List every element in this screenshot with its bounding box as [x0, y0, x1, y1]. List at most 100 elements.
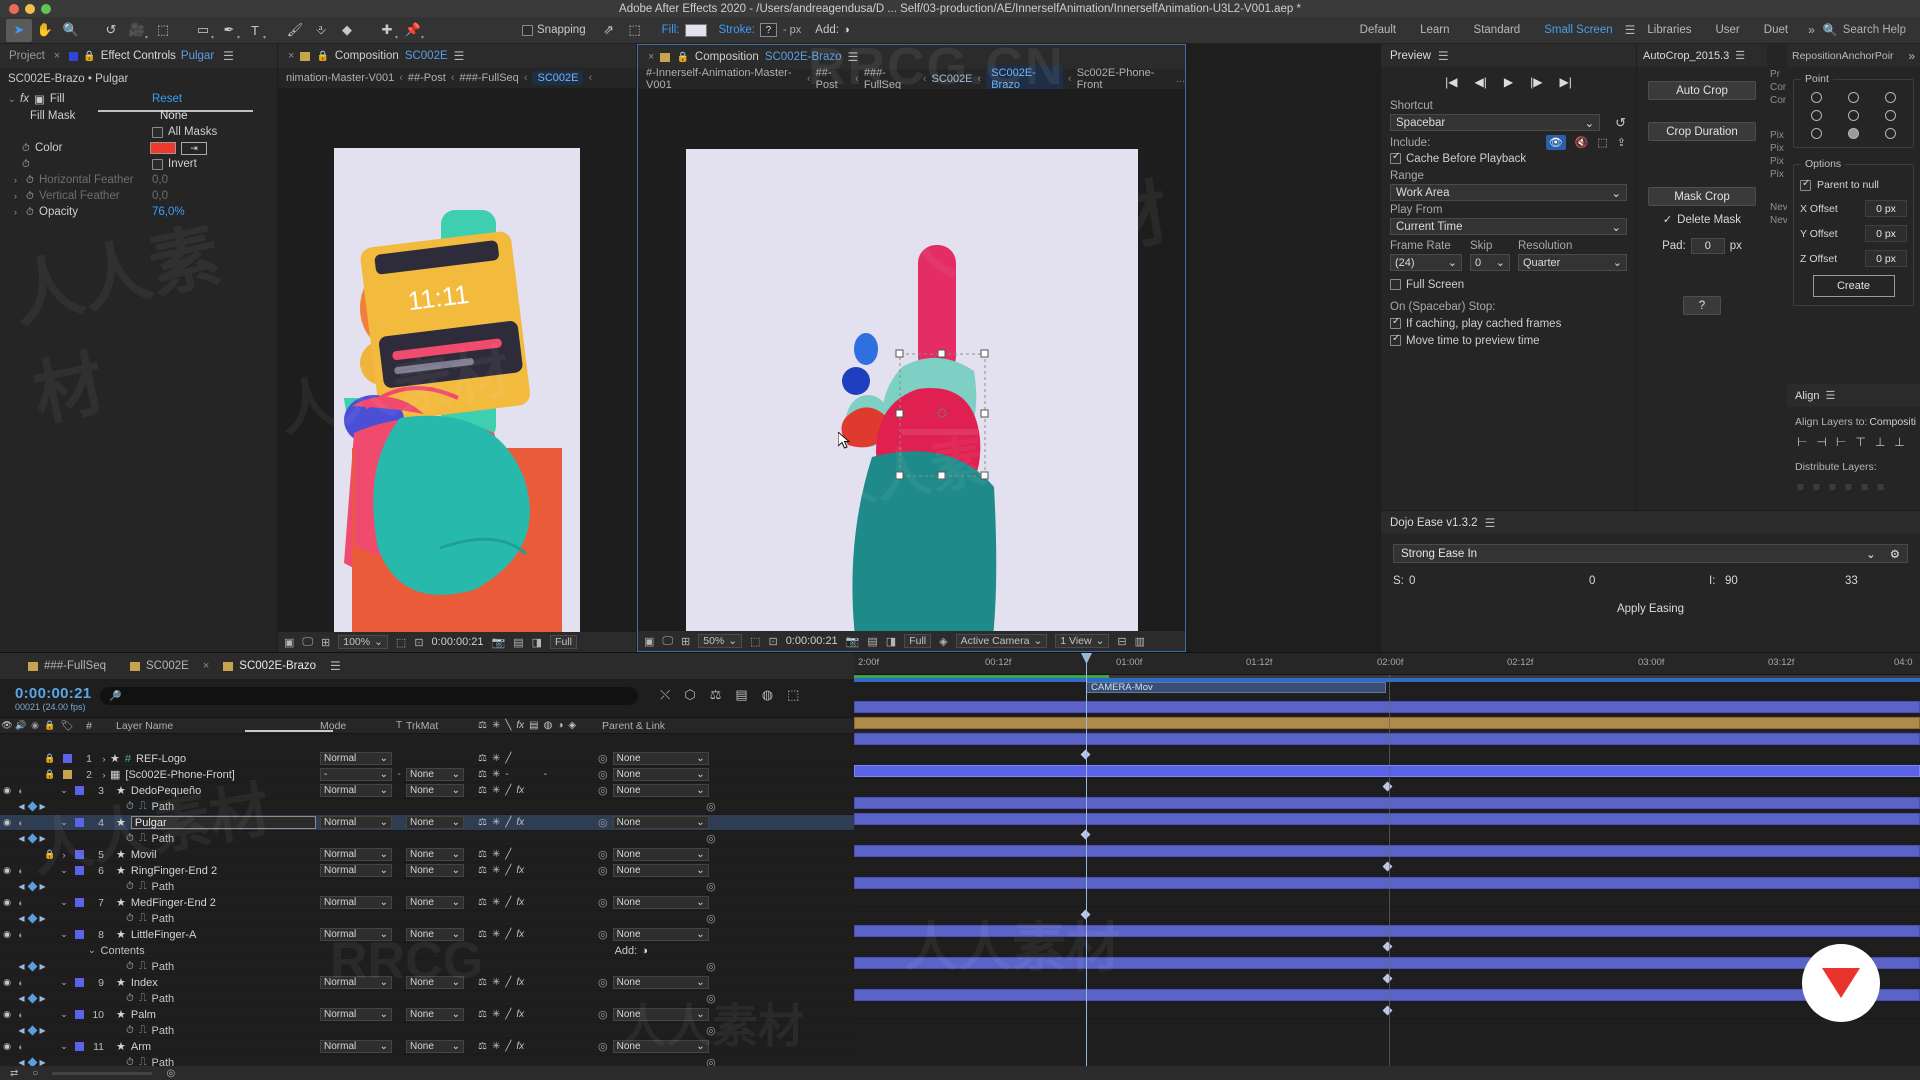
row-4-switches[interactable]: ⚖✳╱fx — [472, 817, 598, 828]
include-audio-icon[interactable]: 🔇 — [1575, 136, 1589, 149]
layer-bar-11[interactable] — [854, 989, 1920, 1001]
row-1-name[interactable]: ★#REF-Logo — [110, 752, 320, 765]
row-7-expand[interactable]: ⌄ — [58, 897, 70, 908]
table-row[interactable]: 🔒 › 5 ★Movil Normal⌄ None⌄ ⚖✳╱ ◎None⌄ — [0, 847, 854, 863]
on-stop-option-1[interactable]: If caching, play cached frames — [1381, 315, 1636, 332]
comp2-crumb-3[interactable]: SC002E — [932, 73, 973, 85]
full-screen-row[interactable]: Full Screen — [1381, 276, 1636, 293]
graph-row-7-path[interactable] — [854, 859, 1920, 875]
row-7-audio-toggle[interactable]: ◐ — [14, 898, 28, 908]
row-10-name[interactable]: ★Palm — [110, 1008, 320, 1021]
comp1-footer[interactable]: ▣ 🖵 ⊞ 100%⌄ ⬚ ⊡ 0:00:00:21 📷 ▤ ◨ Full — [278, 632, 636, 652]
graph-row-8-contents[interactable] — [854, 891, 1920, 907]
table-row[interactable]: ◉ ◐ ⌄ 9 ★Index Normal⌄ None⌄ ⚖✳╱fx ◎None… — [0, 975, 854, 991]
horizontal-feather-row[interactable]: › ⏱ Horizontal Feather 0,0 — [0, 172, 277, 188]
row-7-keyframe-nav[interactable]: ◀▶ — [0, 914, 64, 923]
comp2-crumb-5[interactable]: Sc002E-Phone-Front — [1077, 67, 1171, 91]
add-icon[interactable]: ◑ — [843, 24, 850, 36]
frame-rate-selector[interactable]: (24)⌄ — [1390, 254, 1462, 271]
comp1-menu-icon[interactable]: ☰ — [454, 49, 465, 63]
row-1-mode[interactable]: Normal⌄ — [320, 752, 392, 765]
comp2-camera-selector[interactable]: Active Camera⌄ — [956, 634, 1048, 648]
comp1-channel-icon[interactable]: ◨ — [532, 636, 542, 649]
timeline-bottom-bar[interactable]: ⇄ ○ ◎ — [0, 1066, 1920, 1080]
search-help-input[interactable]: Search Help — [1838, 24, 1920, 36]
invert-checkbox[interactable] — [152, 159, 163, 170]
resolution-selector[interactable]: Quarter⌄ — [1518, 254, 1627, 271]
dojo-menu-icon[interactable]: ☰ — [1485, 516, 1496, 530]
row-2-lock-toggle[interactable]: 🔒 — [42, 769, 58, 780]
align-vertical-center-icon[interactable]: ⊥ — [1875, 435, 1885, 449]
color-swatch[interactable] — [150, 142, 176, 154]
row-10-mode[interactable]: Normal⌄ — [320, 1008, 392, 1021]
align-bottom-icon[interactable]: ⊥ — [1894, 435, 1904, 449]
reposition-tabbar[interactable]: RepositionAnchorPoir » — [1787, 44, 1920, 67]
preview-transport[interactable]: |◀ ◀| ▶ |▶ ▶| — [1381, 67, 1636, 97]
playhead[interactable] — [1086, 653, 1087, 1080]
current-time-display[interactable]: 0:00:00:21 00021 (24.00 fps) — [15, 685, 91, 712]
chevron-right-icon-2[interactable]: › — [14, 191, 26, 201]
property-row-path[interactable]: ◀▶ ⏱ ⎍ Path ◎ — [0, 1023, 854, 1039]
row-10-label-color[interactable] — [70, 1010, 88, 1019]
comp2-region-icon[interactable]: ⬚ — [750, 635, 760, 648]
crop-duration-button[interactable]: Crop Duration — [1648, 122, 1756, 141]
row-4-audio-toggle[interactable]: ◐ — [14, 818, 28, 828]
shape-tool-icon[interactable]: ▭▾ — [190, 19, 216, 42]
row-6-name[interactable]: ★RingFinger-End 2 — [110, 864, 320, 877]
timeline-zoom-in-icon[interactable]: ◎ — [166, 1068, 175, 1079]
timeline-menu-icon[interactable]: ☰ — [330, 659, 341, 673]
keyframe-marker[interactable] — [1383, 942, 1393, 952]
row-5-lock-toggle[interactable]: 🔒 — [42, 849, 58, 860]
comp2-channel-icon[interactable]: ◨ — [886, 635, 896, 648]
effect-controls-tab[interactable]: 🔒 Effect Controls Pulgar — [60, 44, 223, 68]
row-5-name[interactable]: ★Movil — [110, 848, 320, 861]
draft-3d-icon[interactable]: ⬡ — [684, 687, 695, 703]
row-3-trkmat[interactable]: None⌄ — [406, 784, 472, 797]
workspace-standard[interactable]: Standard — [1462, 24, 1533, 36]
roto-brush-tool-icon[interactable]: ✚▾ — [374, 19, 400, 42]
align-menu-icon[interactable]: ☰ — [1825, 389, 1835, 402]
pad-row[interactable]: Pad: 0 px — [1637, 238, 1767, 254]
main-toolbar[interactable]: ➤ ✋ 🔍 ↺ 🎥▾ ⬚ ▭▾ ✒▾ T▾ 🖌 ⎀ ◆ ✚▾ 📌▾ Snappi… — [0, 17, 1920, 44]
row-3-keyframe-nav[interactable]: ◀▶ — [0, 802, 64, 811]
comp2-crumb-1[interactable]: ##-Post — [816, 67, 851, 91]
comp1-time[interactable]: 0:00:00:21 — [432, 636, 484, 648]
comp1-breadcrumb[interactable]: nimation-Master-V001 ‹ ##-Post ‹ ###-Ful… — [278, 68, 636, 88]
row-5-trkmat[interactable]: None⌄ — [406, 848, 472, 861]
dojo-s-value[interactable]: 0 — [1409, 575, 1589, 587]
dojo-tabbar[interactable]: Dojo Ease v1.3.2 ☰ — [1381, 511, 1920, 534]
row-3-switches[interactable]: ⚖✳╱fx — [472, 785, 598, 796]
graph-row-9-path[interactable] — [854, 939, 1920, 955]
row-3-mode[interactable]: Normal⌄ — [320, 784, 392, 797]
row-4-trkmat[interactable]: None⌄ — [406, 816, 472, 829]
snap-align-icon[interactable]: ⇗ — [596, 19, 622, 42]
next-frame-icon[interactable]: |▶ — [1530, 75, 1542, 89]
export-frame-icon[interactable]: ⇪ — [1617, 136, 1626, 149]
align-left-icon[interactable]: ⊢ — [1797, 435, 1807, 449]
anchor-point-grid[interactable] — [1800, 92, 1907, 139]
row-3-video-toggle[interactable]: ◉ — [0, 785, 14, 796]
row-11-parent[interactable]: ◎None⌄ — [598, 1040, 748, 1053]
row-1-expand[interactable]: › — [98, 754, 110, 764]
anchor-point-middle-left[interactable] — [1811, 110, 1822, 121]
row-8-mode[interactable]: Normal⌄ — [320, 928, 392, 941]
motion-blur-icon[interactable]: ◍ — [762, 687, 773, 703]
comp2-guides-icon[interactable]: ⊡ — [768, 635, 777, 648]
anchor-point-middle-center[interactable] — [1848, 110, 1859, 121]
anchor-point-top-right[interactable] — [1885, 92, 1896, 103]
row-3-name[interactable]: ★DedoPequeño — [110, 784, 320, 797]
shortcut-selector[interactable]: Spacebar⌄ — [1390, 114, 1600, 131]
comp2-zoom-selector[interactable]: 50%⌄ — [698, 634, 742, 648]
row-9-expand[interactable]: ⌄ — [58, 977, 70, 988]
row-4-expand[interactable]: ⌄ — [58, 817, 70, 828]
row-10-video-toggle[interactable]: ◉ — [0, 1009, 14, 1020]
keyframe-marker[interactable] — [1383, 782, 1393, 792]
stroke-width-value[interactable]: - px — [783, 24, 801, 36]
row-4-video-toggle[interactable]: ◉ — [0, 817, 14, 828]
chevron-right-icon[interactable]: › — [14, 175, 26, 185]
y-offset-row[interactable]: Y Offset 0 px — [1800, 225, 1907, 242]
row-9-parent[interactable]: ◎None⌄ — [598, 976, 748, 989]
row-9-name[interactable]: ★Index — [110, 976, 320, 989]
duet-tab[interactable]: Duet — [1752, 24, 1800, 36]
comp2-crumb-2[interactable]: ###-FullSeq — [864, 67, 918, 91]
